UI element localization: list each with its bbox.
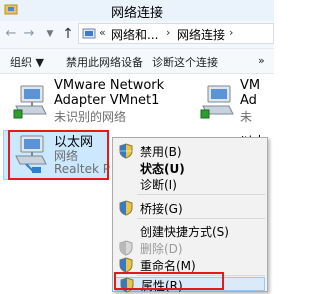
context-menu: 禁用(B) 状态(U) 诊断(I) 桥接(G) 创建快捷方式(S) 删除(D) … — [112, 137, 268, 293]
breadcrumb-separator-end[interactable]: › — [229, 26, 233, 39]
menu-separator — [137, 218, 265, 219]
uac-shield-icon-disabled — [119, 240, 133, 256]
diagnose-connection-button[interactable]: 诊断这个连接 — [152, 54, 218, 70]
highlight-box-adapter — [8, 130, 109, 180]
menu-item-label: 诊断(I) — [140, 178, 177, 192]
network-adapter-icon — [200, 85, 234, 119]
menu-separator — [137, 194, 265, 195]
back-arrow-icon[interactable]: ← — [3, 25, 19, 43]
menu-item-diagnose[interactable]: 诊断(I) — [113, 174, 267, 194]
network-adapter-icon — [13, 85, 47, 119]
adapter-network-status: 未识别的网络 — [54, 110, 127, 124]
uac-shield-icon — [119, 200, 133, 216]
adapter-network-status: 未 — [240, 110, 253, 124]
breadcrumb-network-connections[interactable]: 网络连接 — [177, 26, 225, 43]
up-arrow-icon[interactable]: ↑ — [60, 25, 76, 43]
breadcrumb-separator[interactable]: › — [166, 26, 170, 39]
command-toolbar: 组织 ▼ 禁用此网络设备 诊断这个连接 » — [0, 49, 274, 74]
disable-device-button[interactable]: 禁用此网络设备 — [66, 54, 143, 70]
organize-menu-button[interactable]: 组织 ▼ — [10, 54, 44, 70]
adapter-name-line2: Adapter VMnet1 — [54, 93, 160, 108]
more-commands-button[interactable]: » — [258, 54, 265, 67]
uac-shield-icon — [119, 143, 133, 159]
title-bar: 网络连接 — [0, 0, 274, 21]
address-overflow-chevron[interactable]: « — [99, 26, 106, 39]
navigation-bar: ← → ▼ ↑ « 网络和... › 网络连接 › — [0, 21, 274, 49]
network-location-icon — [82, 28, 96, 39]
menu-item-bridge[interactable]: 桥接(G) — [113, 198, 267, 218]
highlight-box-properties — [114, 272, 224, 290]
adapter-name-line2: Ad — [240, 93, 257, 108]
adapter-name-line1: VMware Network — [54, 78, 165, 93]
recent-locations-chevron-icon[interactable]: ▼ — [42, 25, 58, 43]
window-title: 网络连接 — [110, 6, 163, 21]
uac-shield-icon — [119, 257, 133, 273]
address-bar[interactable]: « 网络和... › 网络连接 › — [78, 23, 274, 44]
adapter-name-line1: VM — [240, 78, 261, 93]
forward-arrow-icon[interactable]: → — [21, 25, 37, 43]
menu-item-label: 桥接(G) — [140, 202, 183, 216]
breadcrumb-network-and-internet[interactable]: 网络和... — [111, 26, 158, 43]
